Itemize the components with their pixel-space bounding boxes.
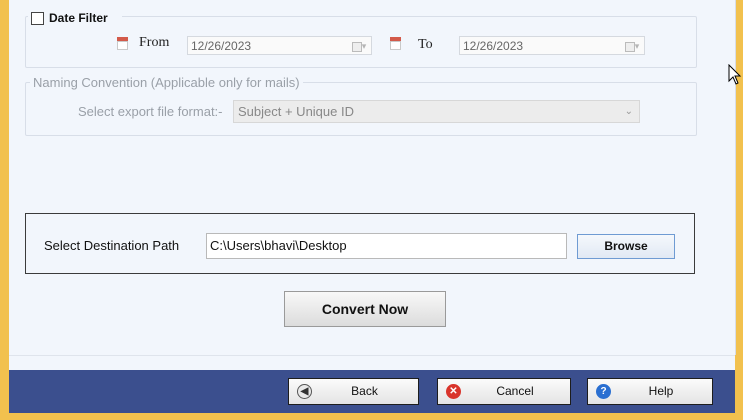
to-date-value: 12/26/2023 [463,39,524,53]
calendar-mini-icon [351,41,362,52]
from-date-dropdown[interactable]: ▾ [349,39,369,53]
calendar-icon [390,37,401,50]
export-format-label: Select export file format:- [78,104,223,119]
calendar-mini-icon [624,41,635,52]
convert-now-button[interactable]: Convert Now [284,291,446,327]
cancel-button[interactable]: ✕ Cancel [437,378,571,405]
footer-bar: ◀ Back ✕ Cancel ? Help [9,370,735,413]
chevron-down-icon: ⌄ [624,106,633,117]
browse-button[interactable]: Browse [577,234,675,259]
help-button[interactable]: ? Help [587,378,713,405]
help-label: Help [648,384,674,398]
back-label: Back [351,384,378,398]
panel-gap [9,356,735,370]
destination-path-value: C:\Users\bhavi\Desktop [210,238,347,253]
cancel-label: Cancel [496,384,534,398]
from-label: From [139,35,170,50]
date-filter-checkbox[interactable] [31,12,44,25]
help-icon: ? [596,384,611,399]
back-arrow-icon: ◀ [297,384,312,399]
from-date-value: 12/26/2023 [191,39,252,53]
export-format-select[interactable]: Subject + Unique ID ⌄ [233,100,640,123]
export-format-value: Subject + Unique ID [238,104,354,119]
mouse-cursor-icon [728,64,742,85]
to-date-dropdown[interactable]: ▾ [622,39,642,53]
to-date-field[interactable]: 12/26/2023 ▾ [459,36,645,55]
from-date-field[interactable]: 12/26/2023 ▾ [187,36,372,55]
calendar-icon [117,37,128,50]
back-button[interactable]: ◀ Back [288,378,419,405]
destination-path-input[interactable]: C:\Users\bhavi\Desktop [206,233,567,259]
chevron-down-icon: ▾ [361,41,367,51]
cancel-icon: ✕ [446,384,461,399]
naming-convention-legend: Naming Convention (Applicable only for m… [30,75,303,90]
chevron-down-icon: ▾ [634,41,640,51]
to-label: To [418,37,433,52]
destination-label: Select Destination Path [44,238,180,253]
date-filter-label: Date Filter [49,11,108,25]
